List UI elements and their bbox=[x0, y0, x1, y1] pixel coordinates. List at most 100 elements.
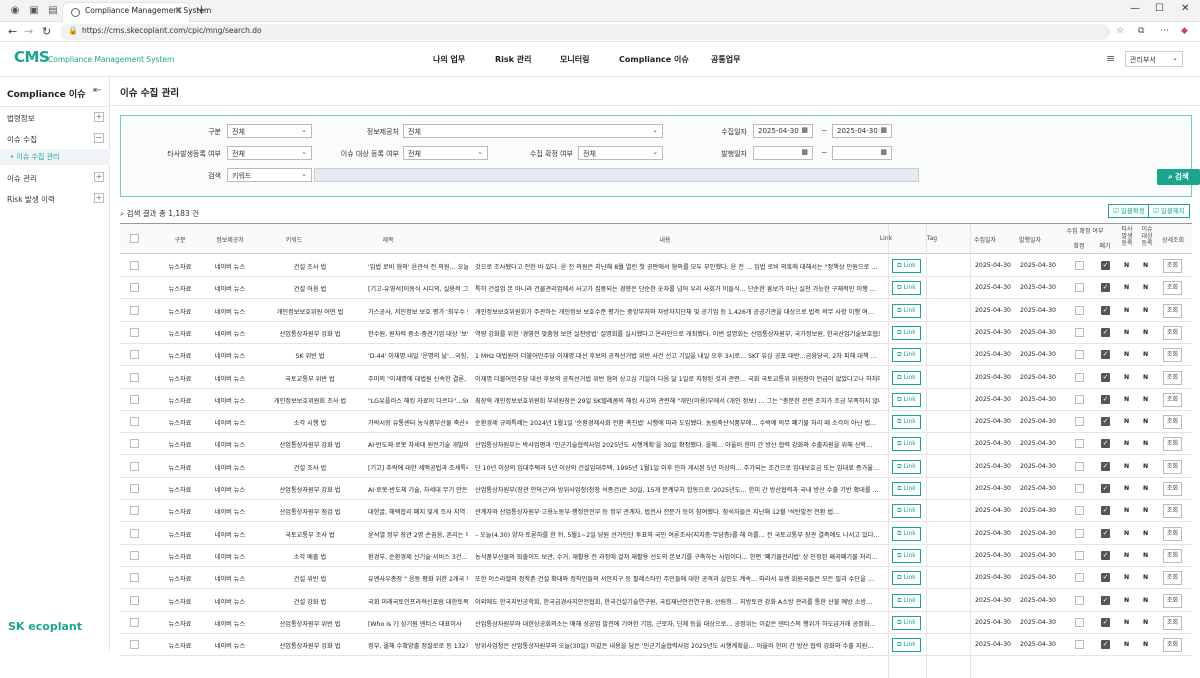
cell-title[interactable]: '입법 로비 혐의' 윤관석 전 의원… 오늘 1… bbox=[368, 262, 468, 271]
new-tab-icon[interactable]: + bbox=[196, 3, 207, 18]
row-checkbox[interactable] bbox=[130, 417, 139, 427]
date-from[interactable]: 2025-04-30 ▦ bbox=[753, 124, 813, 138]
tab-actions-icon[interactable]: ▤ bbox=[46, 4, 60, 18]
cell-title[interactable]: AI·로봇·반도체 기술, 차세대 무기 만든다 bbox=[368, 485, 468, 494]
confirm-checkbox[interactable] bbox=[1075, 305, 1084, 315]
row-checkbox[interactable] bbox=[130, 595, 139, 605]
link-button[interactable]: ⧉ Link bbox=[892, 303, 921, 318]
row-checkbox[interactable] bbox=[130, 461, 139, 471]
cancel-checkbox-checked[interactable]: ✓ bbox=[1101, 506, 1110, 516]
confirm-checkbox[interactable] bbox=[1075, 261, 1084, 270]
calendar-icon[interactable]: ▦ bbox=[880, 148, 887, 156]
select-collect-confirm[interactable]: 전체 ⌄ bbox=[578, 146, 663, 160]
view-button[interactable]: 조회 bbox=[1163, 526, 1182, 541]
expand-icon[interactable]: + bbox=[94, 112, 104, 122]
forward-icon[interactable]: → bbox=[24, 25, 33, 38]
cancel-checkbox-checked[interactable]: ✓ bbox=[1101, 439, 1110, 449]
menu-risk[interactable]: Risk 관리 bbox=[495, 54, 532, 65]
row-checkbox[interactable] bbox=[130, 550, 139, 560]
publish-date-to[interactable]: ▦ bbox=[832, 146, 892, 160]
row-checkbox[interactable] bbox=[130, 305, 139, 315]
menu-compliance-issue[interactable]: Compliance 이슈 bbox=[619, 54, 689, 65]
view-button[interactable]: 조회 bbox=[1163, 459, 1182, 474]
dept-select[interactable]: 관리부서 ⌄ bbox=[1125, 51, 1183, 67]
row-checkbox[interactable] bbox=[130, 372, 139, 382]
view-button[interactable]: 조회 bbox=[1163, 615, 1182, 630]
cell-title[interactable]: "LG유플러스 해킹 자료이 다르다"…SKT… bbox=[368, 396, 468, 405]
row-checkbox[interactable] bbox=[130, 640, 139, 650]
row-checkbox[interactable] bbox=[130, 528, 139, 538]
cancel-checkbox-checked[interactable]: ✓ bbox=[1101, 417, 1110, 427]
row-checkbox[interactable] bbox=[130, 617, 139, 627]
select-issue-target[interactable]: 전체 ⌄ bbox=[403, 146, 488, 160]
confirm-checkbox[interactable] bbox=[1075, 573, 1084, 583]
url-field[interactable]: 🔒 https://cms.skecoplant.com/cpic/mng/se… bbox=[60, 24, 1110, 40]
expand-icon[interactable]: + bbox=[94, 172, 104, 182]
cell-title[interactable]: 대한굴, 해택합리 폐지 및게 조사 지역 지폐… bbox=[368, 507, 468, 516]
expand-icon[interactable]: + bbox=[94, 193, 104, 203]
minimize-icon[interactable]: — bbox=[1130, 3, 1140, 14]
cancel-checkbox-checked[interactable]: ✓ bbox=[1101, 350, 1110, 360]
link-button[interactable]: ⧉ Link bbox=[892, 281, 921, 296]
view-button[interactable]: 조회 bbox=[1163, 593, 1182, 608]
link-button[interactable]: ⧉ Link bbox=[892, 615, 921, 630]
view-button[interactable]: 조회 bbox=[1163, 370, 1182, 385]
link-button[interactable]: ⧉ Link bbox=[892, 504, 921, 519]
window-close-icon[interactable]: ✕ bbox=[1181, 3, 1189, 14]
link-button[interactable]: ⧉ Link bbox=[892, 482, 921, 496]
favorite-icon[interactable]: ☆ bbox=[1116, 26, 1124, 36]
cancel-checkbox-checked[interactable]: ✓ bbox=[1101, 327, 1110, 337]
confirm-checkbox[interactable] bbox=[1075, 283, 1084, 293]
cell-title[interactable]: [기고] 추락에 대한 세액공법과 조세특례 bbox=[368, 463, 468, 472]
view-button[interactable]: 조회 bbox=[1163, 348, 1182, 363]
sidebar-item-collect[interactable]: 이슈 수집 − bbox=[0, 129, 110, 149]
view-button[interactable]: 조회 bbox=[1163, 259, 1182, 273]
cancel-checkbox-checked[interactable]: ✓ bbox=[1101, 573, 1110, 583]
menu-monitoring[interactable]: 모니터링 bbox=[560, 54, 589, 65]
view-button[interactable]: 조회 bbox=[1163, 281, 1182, 296]
cancel-checkbox-checked[interactable]: ✓ bbox=[1101, 305, 1110, 315]
cancel-checkbox-checked[interactable]: ✓ bbox=[1101, 394, 1110, 404]
confirm-checkbox[interactable] bbox=[1075, 528, 1084, 538]
link-button[interactable]: ⧉ Link bbox=[892, 392, 921, 407]
row-checkbox[interactable] bbox=[130, 394, 139, 404]
cell-title[interactable]: 'D-44' 이재명 내일 '운명의 날'…국힘, … bbox=[368, 351, 468, 360]
hamburger-icon[interactable]: ≡ bbox=[1106, 52, 1115, 65]
row-checkbox[interactable] bbox=[130, 261, 139, 270]
link-button[interactable]: ⧉ Link bbox=[892, 548, 921, 563]
link-button[interactable]: ⧉ Link bbox=[892, 437, 921, 452]
cell-title[interactable]: [Who is ?] 삼기원 덴티스 대표이사 bbox=[368, 619, 468, 628]
back-icon[interactable]: ← bbox=[8, 25, 17, 38]
view-button[interactable]: 조회 bbox=[1163, 548, 1182, 563]
cell-title[interactable]: 환경부, 순환경제 신기술·서비스 3건… bbox=[368, 552, 468, 561]
select-source[interactable]: 전체 ⌄ bbox=[403, 124, 663, 138]
link-button[interactable]: ⧉ Link bbox=[892, 259, 921, 273]
cell-title[interactable]: 가스공사, 저인정보 보호 평가 '최우수 S… bbox=[368, 307, 468, 316]
confirm-checkbox[interactable] bbox=[1075, 350, 1084, 360]
row-checkbox[interactable] bbox=[130, 573, 139, 583]
cancel-checkbox-checked[interactable]: ✓ bbox=[1101, 595, 1110, 605]
cell-title[interactable]: AI·반도체·로봇 차세대 원전기술 개발에… bbox=[368, 440, 468, 449]
cancel-checkbox-checked[interactable]: ✓ bbox=[1101, 550, 1110, 560]
select-other-company[interactable]: 전체 ⌄ bbox=[227, 146, 312, 160]
link-button[interactable]: ⧉ Link bbox=[892, 571, 921, 586]
cancel-checkbox-checked[interactable]: ✓ bbox=[1101, 283, 1110, 293]
confirm-checkbox[interactable] bbox=[1075, 617, 1084, 627]
cancel-checkbox-checked[interactable]: ✓ bbox=[1101, 484, 1110, 493]
confirm-checkbox[interactable] bbox=[1075, 417, 1084, 427]
profile-icon[interactable]: ◉ bbox=[8, 4, 22, 18]
cell-title[interactable]: [기고-유영석]이동식 시디의, 실용적 그… bbox=[368, 284, 468, 293]
sidebar-item-issue-manage[interactable]: 이슈 관리 + bbox=[0, 168, 110, 188]
view-button[interactable]: 조회 bbox=[1163, 437, 1182, 452]
link-button[interactable]: ⧉ Link bbox=[892, 526, 921, 541]
cell-title[interactable]: 정부, 올해 수확양출 정찰로로 등 132개 … bbox=[368, 641, 468, 650]
view-button[interactable]: 조회 bbox=[1163, 571, 1182, 586]
link-button[interactable]: ⧉ Link bbox=[892, 348, 921, 363]
link-button[interactable]: ⧉ Link bbox=[892, 459, 921, 474]
collapse-sidebar-icon[interactable]: ⇤ bbox=[93, 85, 101, 96]
view-button[interactable]: 조회 bbox=[1163, 303, 1182, 318]
row-checkbox[interactable] bbox=[130, 484, 139, 493]
menu-my-work[interactable]: 나의 업무 bbox=[433, 54, 465, 65]
refresh-icon[interactable]: ↻ bbox=[42, 25, 51, 38]
maximize-icon[interactable]: ☐ bbox=[1155, 3, 1164, 14]
